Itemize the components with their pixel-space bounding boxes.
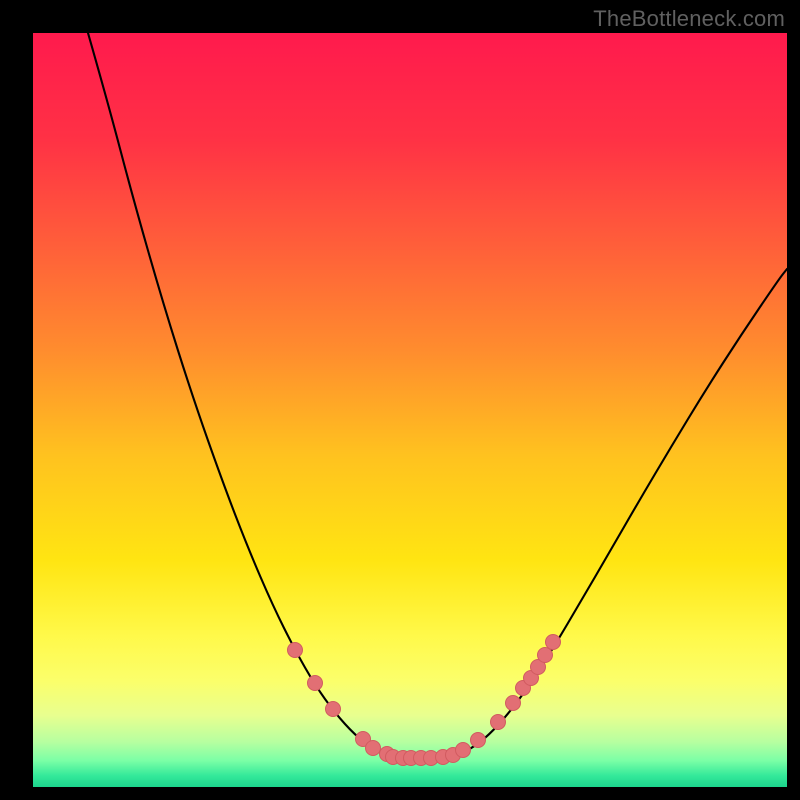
data-marker: [471, 733, 486, 748]
data-marker: [456, 743, 471, 758]
watermark-text: TheBottleneck.com: [593, 6, 785, 32]
data-marker: [546, 635, 561, 650]
data-marker: [366, 741, 381, 756]
plot-area: [33, 33, 787, 787]
chart-background: [33, 33, 787, 787]
chart-frame: TheBottleneck.com: [0, 0, 800, 800]
data-marker: [308, 676, 323, 691]
data-marker: [326, 702, 341, 717]
bottleneck-chart: [33, 33, 787, 787]
data-marker: [506, 696, 521, 711]
data-marker: [288, 643, 303, 658]
data-marker: [538, 648, 553, 663]
data-marker: [491, 715, 506, 730]
